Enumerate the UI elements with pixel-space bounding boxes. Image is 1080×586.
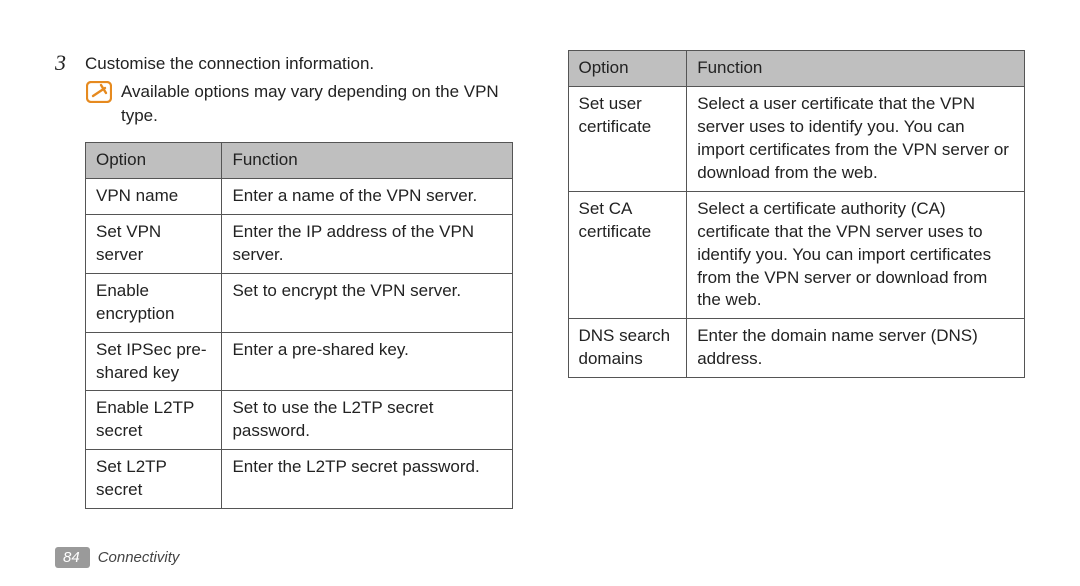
options-table-left: Option Function VPN name Enter a name of… [85,142,513,509]
options-table-right: Option Function Set user certificate Sel… [568,50,1026,378]
table-row: Set VPN server Enter the IP address of t… [86,214,513,273]
cell-function: Select a certificate authority (CA) cert… [687,191,1025,319]
cell-option: Set IPSec pre-shared key [86,332,222,391]
table-row: Enable L2TP secret Set to use the L2TP s… [86,391,513,450]
table-header-row: Option Function [86,142,513,178]
cell-option: Set CA certificate [568,191,687,319]
footer-section: Connectivity [98,549,180,566]
table-row: Set CA certificate Select a certificate … [568,191,1025,319]
table-row: Enable encryption Set to encrypt the VPN… [86,273,513,332]
cell-option: Set L2TP secret [86,450,222,509]
note-row: Available options may vary depending on … [55,80,513,128]
table-row: Set L2TP secret Enter the L2TP secret pa… [86,450,513,509]
cell-option: Set user certificate [568,86,687,191]
cell-option: VPN name [86,178,222,214]
right-column: Option Function Set user certificate Sel… [568,50,1026,509]
cell-option: DNS search domains [568,319,687,378]
th-option: Option [568,51,687,87]
step-row: 3 Customise the connection information. [55,50,513,76]
cell-option: Enable encryption [86,273,222,332]
cell-function: Set to encrypt the VPN server. [222,273,512,332]
table-header-row: Option Function [568,51,1025,87]
th-function: Function [687,51,1025,87]
step-number: 3 [55,50,85,76]
cell-option: Enable L2TP secret [86,391,222,450]
cell-function: Set to use the L2TP secret password. [222,391,512,450]
table-row: Set IPSec pre-shared key Enter a pre-sha… [86,332,513,391]
note-text: Available options may vary depending on … [121,80,513,128]
step-text: Customise the connection information. [85,50,374,76]
th-function: Function [222,142,512,178]
cell-function: Select a user certificate that the VPN s… [687,86,1025,191]
cell-function: Enter the L2TP secret password. [222,450,512,509]
left-column: 3 Customise the connection information. … [55,50,513,509]
cell-function: Enter a pre-shared key. [222,332,512,391]
cell-function: Enter the domain name server (DNS) addre… [687,319,1025,378]
table-row: Set user certificate Select a user certi… [568,86,1025,191]
cell-option: Set VPN server [86,214,222,273]
cell-function: Enter the IP address of the VPN server. [222,214,512,273]
table-row: VPN name Enter a name of the VPN server. [86,178,513,214]
th-option: Option [86,142,222,178]
note-icon [85,80,113,104]
page-content: 3 Customise the connection information. … [55,50,1025,509]
page-footer: 84 Connectivity [55,547,179,568]
cell-function: Enter a name of the VPN server. [222,178,512,214]
table-row: DNS search domains Enter the domain name… [568,319,1025,378]
page-number-badge: 84 [55,547,90,568]
